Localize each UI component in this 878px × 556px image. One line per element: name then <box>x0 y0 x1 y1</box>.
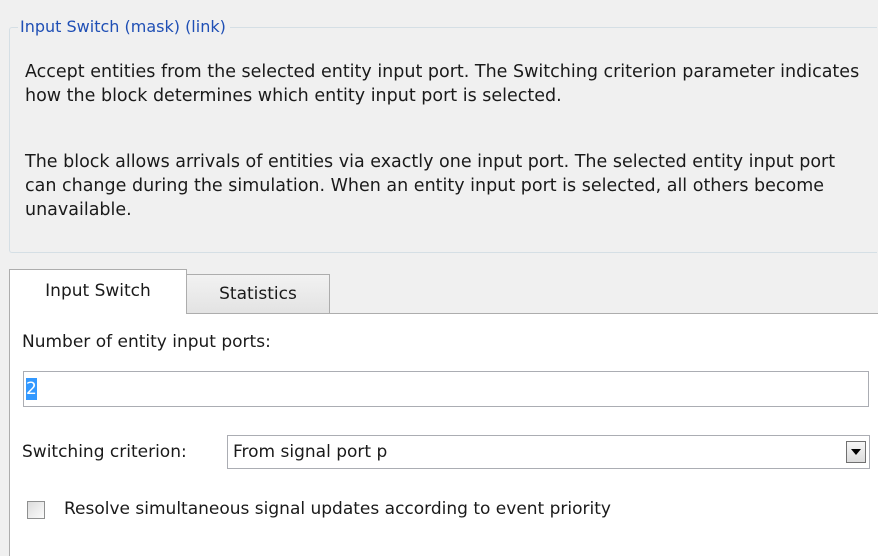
groupbox-title: Input Switch (mask) (link) <box>18 17 230 37</box>
tab-bar: Input Switch Statistics <box>9 269 878 314</box>
description-paragraph-1: Accept entities from the selected entity… <box>25 62 860 106</box>
resolve-checkbox-label[interactable]: Resolve simultaneous signal updates acco… <box>64 498 611 520</box>
ports-input[interactable]: 2 <box>23 371 869 407</box>
ports-label: Number of entity input ports: <box>22 332 271 352</box>
dropdown-button[interactable] <box>846 441 866 463</box>
tab-panel: Number of entity input ports: 2 Switchin… <box>9 313 878 556</box>
criterion-label: Switching criterion: <box>22 442 187 462</box>
criterion-selected-value: From signal port p <box>233 442 388 462</box>
tab-input-switch[interactable]: Input Switch <box>9 269 187 314</box>
chevron-down-icon <box>851 449 861 455</box>
block-parameters-dialog: Input Switch (mask) (link) Accept entiti… <box>0 0 878 556</box>
ports-input-value: 2 <box>26 378 37 400</box>
resolve-checkbox[interactable] <box>27 501 45 519</box>
description-paragraph-2: The block allows arrivals of entities vi… <box>25 152 836 220</box>
criterion-dropdown[interactable]: From signal port p <box>227 435 870 469</box>
tab-statistics[interactable]: Statistics <box>186 274 330 313</box>
